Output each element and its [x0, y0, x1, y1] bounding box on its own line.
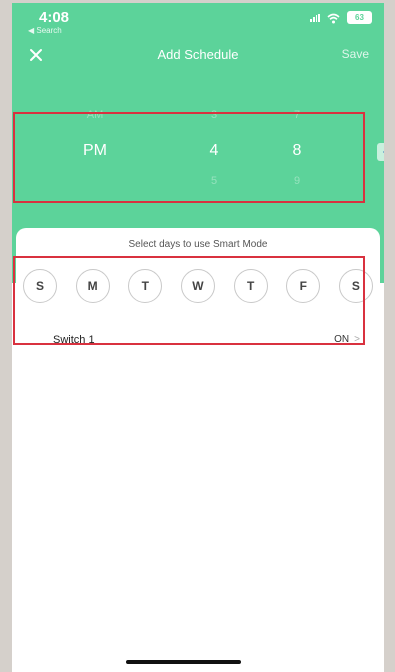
days-prompt: Select days to use Smart Mode	[128, 239, 268, 250]
side-handle[interactable]	[377, 143, 384, 161]
save-button[interactable]: Save	[342, 47, 369, 61]
wifi-icon	[327, 13, 340, 23]
battery-icon: 63	[347, 11, 372, 24]
page-title: Add Schedule	[157, 47, 239, 62]
back-to-search-link[interactable]: ◀ Search	[28, 26, 62, 35]
days-switch-highlight	[13, 256, 365, 345]
time-picker-highlight	[13, 112, 365, 203]
status-icons: 63	[310, 11, 372, 24]
signal-icon	[310, 13, 320, 22]
status-time: 4:08	[39, 9, 70, 26]
status-bar: 4:08 ◀ Search 63	[12, 3, 384, 37]
home-indicator	[126, 660, 241, 664]
nav-bar: Add Schedule Save	[12, 43, 384, 69]
